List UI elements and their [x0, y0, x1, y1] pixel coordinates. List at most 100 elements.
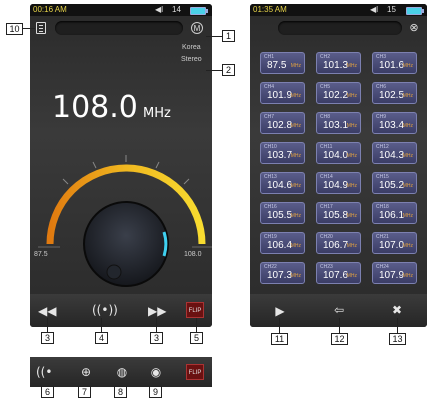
- region-label: Korea: [182, 44, 201, 51]
- preset-button[interactable]: CH20 106.7 MHz: [316, 232, 361, 254]
- preset-button[interactable]: CH23 107.6 MHz: [316, 262, 361, 284]
- preset-unit: MHz: [402, 63, 413, 69]
- callout-leader: [397, 318, 398, 333]
- preset-button[interactable]: CH13 104.6 MHz: [260, 172, 305, 194]
- preset-title-bar: [278, 21, 402, 35]
- preset-frequency: 103.7: [267, 150, 293, 161]
- preset-unit: MHz: [346, 93, 357, 99]
- delete-icon[interactable]: ✖: [389, 303, 405, 317]
- callout-10: 10: [6, 23, 23, 35]
- preset-button[interactable]: CH21 107.0 MHz: [372, 232, 417, 254]
- preset-frequency: 104.9: [323, 180, 349, 191]
- dial-min-label: 87.5: [34, 251, 48, 258]
- callout-4: 4: [95, 332, 108, 344]
- callout-leader: [206, 70, 222, 71]
- preset-button[interactable]: CH16 105.5 MHz: [260, 202, 305, 224]
- battery-icon: [190, 7, 208, 15]
- play-icon[interactable]: ▶: [272, 304, 288, 318]
- preset-unit: MHz: [290, 183, 301, 189]
- preset-unit: MHz: [402, 153, 413, 159]
- callout-leader: [101, 318, 102, 332]
- flip-button[interactable]: FLIP: [186, 302, 204, 318]
- frequency-unit: MHz: [142, 106, 171, 121]
- callout-7: 7: [78, 386, 91, 398]
- preset-unit: MHz: [290, 63, 301, 69]
- preset-frequency: 107.9: [379, 270, 405, 281]
- list-icon[interactable]: [36, 22, 46, 34]
- radio-screen: 00:16 AM ◀ǀ 14 M Korea Stereo 108.0 MHz: [30, 4, 212, 327]
- antenna-icon[interactable]: ((•: [36, 365, 52, 379]
- rewind-icon[interactable]: ◀◀: [38, 304, 56, 318]
- preset-button[interactable]: CH17 105.8 MHz: [316, 202, 361, 224]
- preset-frequency: 106.1: [379, 210, 405, 221]
- preset-button[interactable]: CH24 107.9 MHz: [372, 262, 417, 284]
- close-icon[interactable]: ⊗: [408, 22, 420, 34]
- preset-button[interactable]: CH11 104.0 MHz: [316, 142, 361, 164]
- callout-leader: [339, 318, 340, 333]
- preset-frequency: 106.7: [323, 240, 349, 251]
- preset-button[interactable]: CH12 104.3 MHz: [372, 142, 417, 164]
- callout-leader: [47, 318, 48, 332]
- preset-unit: MHz: [346, 123, 357, 129]
- preset-button[interactable]: CH18 106.1 MHz: [372, 202, 417, 224]
- fast-forward-icon[interactable]: ▶▶: [148, 304, 166, 318]
- preset-unit: MHz: [290, 273, 301, 279]
- preset-frequency: 105.2: [379, 180, 405, 191]
- tuning-dial[interactable]: [30, 144, 212, 294]
- preset-button[interactable]: CH6 102.5 MHz: [372, 82, 417, 104]
- preset-button[interactable]: CH10 103.7 MHz: [260, 142, 305, 164]
- volume-level: 14: [172, 5, 181, 14]
- preset-button[interactable]: CH22 107.3 MHz: [260, 262, 305, 284]
- callout-leader: [279, 318, 280, 333]
- globe-icon[interactable]: ◍: [114, 365, 130, 379]
- preset-button[interactable]: CH1 87.5 MHz: [260, 52, 305, 74]
- preset-frequency: 107.3: [267, 270, 293, 281]
- callout-3a: 3: [41, 332, 54, 344]
- title-bar: [55, 21, 183, 35]
- dial-max-label: 108.0: [184, 251, 202, 258]
- preset-button[interactable]: CH15 105.2 MHz: [372, 172, 417, 194]
- preset-button[interactable]: CH8 103.1 MHz: [316, 112, 361, 134]
- preset-unit: MHz: [346, 153, 357, 159]
- preset-screen: 01:35 AM ◀ǀ 15 ⊗ CH1 87.5 MHz CH2 101.3 MHz CH…: [250, 4, 427, 327]
- preset-unit: MHz: [290, 93, 301, 99]
- status-bar: 00:16 AM ◀ǀ 14: [30, 4, 212, 16]
- preset-frequency: 107.6: [323, 270, 349, 281]
- callout-leader: [206, 36, 222, 37]
- preset-unit: MHz: [346, 183, 357, 189]
- callout-9: 9: [149, 386, 162, 398]
- callout-11: 11: [271, 333, 288, 345]
- flip-button-alt[interactable]: FLIP: [186, 364, 204, 380]
- preset-button[interactable]: CH7 102.8 MHz: [260, 112, 305, 134]
- save-to-preset-icon[interactable]: ⇦: [331, 303, 347, 317]
- knob-grip: [106, 264, 122, 280]
- status-time: 00:16 AM: [33, 5, 67, 14]
- preset-button[interactable]: CH2 101.3 MHz: [316, 52, 361, 74]
- preset-unit: MHz: [290, 243, 301, 249]
- preset-frequency: 101.9: [267, 90, 293, 101]
- preset-unit: MHz: [346, 63, 357, 69]
- callout-6: 6: [41, 386, 54, 398]
- playback-toolbar: ◀◀ ((•)) ▶▶ FLIP: [30, 294, 212, 327]
- tuning-knob: [83, 201, 169, 287]
- mode-button[interactable]: M: [191, 22, 203, 34]
- preset-button[interactable]: CH19 106.4 MHz: [260, 232, 305, 254]
- preset-button[interactable]: CH14 104.9 MHz: [316, 172, 361, 194]
- preset-frequency: 101.3: [323, 60, 349, 71]
- preset-frequency: 104.3: [379, 150, 405, 161]
- preset-button[interactable]: CH4 101.9 MHz: [260, 82, 305, 104]
- preset-frequency: 103.4: [379, 120, 405, 131]
- preset-button[interactable]: CH9 103.4 MHz: [372, 112, 417, 134]
- preset-frequency: 101.6: [379, 60, 405, 71]
- scan-icon[interactable]: ((•)): [92, 303, 118, 317]
- preset-unit: MHz: [346, 243, 357, 249]
- preset-button[interactable]: CH5 102.2 MHz: [316, 82, 361, 104]
- speaker-icon: ◀ǀ: [155, 5, 164, 14]
- preset-frequency: 105.5: [267, 210, 293, 221]
- circle-icon[interactable]: ◉: [148, 365, 164, 379]
- preset-button[interactable]: CH3 101.6 MHz: [372, 52, 417, 74]
- callout-leader: [196, 318, 197, 332]
- record-icon[interactable]: ⊕: [78, 365, 94, 379]
- callout-12: 12: [331, 333, 348, 345]
- preset-frequency: 106.4: [267, 240, 293, 251]
